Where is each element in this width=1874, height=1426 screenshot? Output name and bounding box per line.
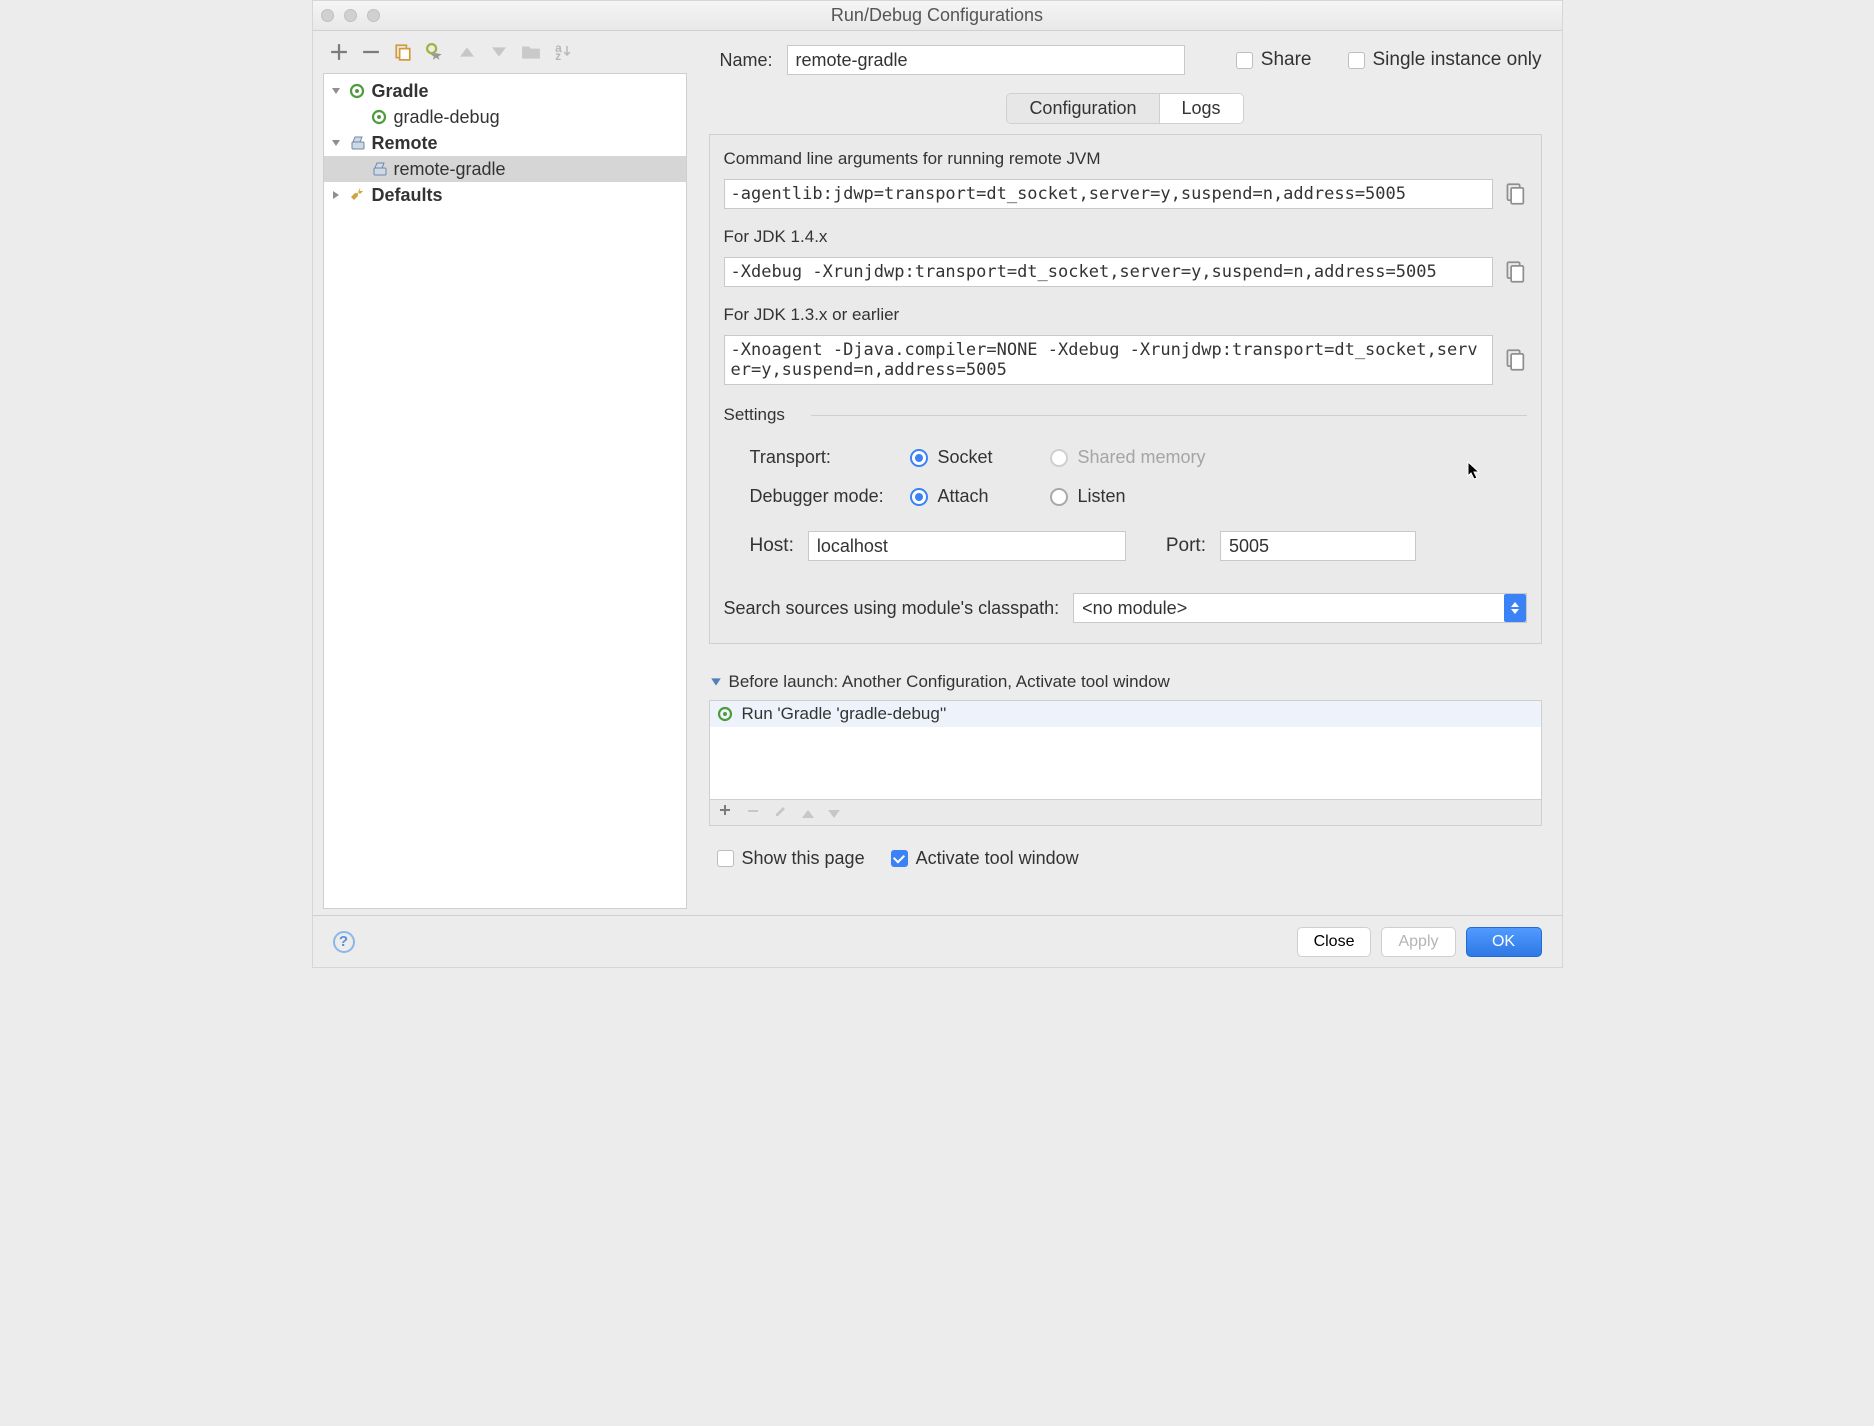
copy-config-icon[interactable] [393, 42, 413, 62]
gradle-icon [716, 706, 734, 722]
name-input[interactable] [787, 45, 1185, 75]
cmd-line-label-3: For JDK 1.3.x or earlier [724, 305, 1527, 325]
copy-icon[interactable] [1505, 183, 1527, 205]
add-icon[interactable] [329, 42, 349, 62]
tab-logs[interactable]: Logs [1160, 94, 1243, 123]
tree-node-label: remote-gradle [394, 159, 506, 180]
tree-node-remote-gradle[interactable]: remote-gradle [324, 156, 686, 182]
port-label: Port: [1166, 535, 1206, 557]
add-icon[interactable] [718, 802, 732, 824]
cmd-line-value-1[interactable]: -agentlib:jdwp=transport=dt_socket,serve… [724, 179, 1493, 209]
apply-button[interactable]: Apply [1381, 927, 1455, 957]
checkbox-icon[interactable] [1348, 52, 1365, 69]
radio-icon[interactable] [910, 449, 928, 467]
radio-icon[interactable] [1050, 488, 1068, 506]
disclose-icon[interactable] [330, 138, 342, 148]
before-launch-title: Before launch: Another Configuration, Ac… [729, 672, 1170, 692]
tree-node-defaults[interactable]: Defaults [324, 182, 686, 208]
main-panel: Name: Share Single instance only Configu… [693, 31, 1562, 915]
tree-node-gradle-debug[interactable]: gradle-debug [324, 104, 686, 130]
gradle-icon [348, 83, 366, 99]
copy-icon[interactable] [1505, 349, 1527, 371]
cmd-line-value-3[interactable]: -Xnoagent -Djava.compiler=NONE -Xdebug -… [724, 335, 1493, 385]
footer: ? Close Apply OK [313, 915, 1562, 967]
radio-icon[interactable] [910, 488, 928, 506]
config-tabs: Configuration Logs [1006, 93, 1243, 124]
sort-alpha-icon[interactable]: az [553, 42, 573, 62]
tab-configuration[interactable]: Configuration [1007, 94, 1159, 123]
titlebar: Run/Debug Configurations [313, 1, 1562, 31]
wrench-icon [348, 187, 366, 203]
remote-icon [370, 161, 388, 177]
tree-node-label: gradle-debug [394, 107, 500, 128]
radio-icon [1050, 449, 1068, 467]
before-launch-toolbar [709, 800, 1542, 826]
copy-icon[interactable] [1505, 261, 1527, 283]
save-template-icon[interactable] [425, 42, 445, 62]
show-this-page-checkbox[interactable]: Show this page [717, 848, 865, 869]
window-title: Run/Debug Configurations [313, 5, 1562, 26]
name-label: Name: [709, 50, 773, 71]
settings-heading: Settings [724, 405, 785, 425]
close-button[interactable]: Close [1297, 927, 1372, 957]
transport-socket-radio[interactable]: Socket [910, 447, 1050, 468]
before-launch-list[interactable]: Run 'Gradle 'gradle-debug'' [709, 700, 1542, 800]
move-down-icon[interactable] [828, 802, 840, 824]
single-instance-label: Single instance only [1373, 49, 1542, 71]
help-button[interactable]: ? [333, 931, 355, 953]
ok-button[interactable]: OK [1466, 927, 1542, 957]
move-down-icon[interactable] [489, 42, 509, 62]
host-label: Host: [750, 535, 794, 557]
cmd-line-label-1: Command line arguments for running remot… [724, 149, 1527, 169]
tree-node-gradle[interactable]: Gradle [324, 78, 686, 104]
disclose-icon[interactable] [330, 86, 342, 96]
host-input[interactable] [808, 531, 1126, 561]
share-label: Share [1261, 49, 1312, 71]
debugger-attach-radio[interactable]: Attach [910, 486, 1050, 507]
remove-icon[interactable] [746, 802, 760, 824]
single-instance-checkbox[interactable]: Single instance only [1348, 49, 1542, 71]
folder-icon[interactable] [521, 42, 541, 62]
move-up-icon[interactable] [457, 42, 477, 62]
before-launch-section: Before launch: Another Configuration, Ac… [709, 672, 1542, 826]
search-sources-select[interactable]: <no module> [1073, 593, 1526, 623]
before-launch-item[interactable]: Run 'Gradle 'gradle-debug'' [710, 701, 1541, 727]
cmd-line-value-2[interactable]: -Xdebug -Xrunjdwp:transport=dt_socket,se… [724, 257, 1493, 287]
tree-node-label: Remote [372, 133, 438, 154]
config-tree[interactable]: Gradle gradle-debug [323, 73, 687, 909]
cmd-line-label-2: For JDK 1.4.x [724, 227, 1527, 247]
tree-node-remote[interactable]: Remote [324, 130, 686, 156]
share-checkbox[interactable]: Share [1236, 49, 1312, 71]
search-sources-value[interactable]: <no module> [1073, 593, 1526, 623]
disclose-icon[interactable] [709, 676, 723, 688]
remote-icon [348, 135, 366, 151]
activate-tool-checkbox[interactable]: Activate tool window [891, 848, 1079, 869]
checkbox-icon[interactable] [1236, 52, 1253, 69]
move-up-icon[interactable] [802, 802, 814, 824]
before-launch-item-label: Run 'Gradle 'gradle-debug'' [742, 704, 947, 724]
transport-shared-radio: Shared memory [1050, 447, 1220, 468]
run-debug-window: Run/Debug Configurations [312, 0, 1563, 968]
remove-icon[interactable] [361, 42, 381, 62]
disclose-icon[interactable] [330, 190, 342, 200]
sidebar-toolbar: az [323, 37, 687, 67]
debugger-listen-radio[interactable]: Listen [1050, 486, 1220, 507]
tree-node-label: Defaults [372, 185, 443, 206]
transport-label: Transport: [750, 447, 910, 468]
debugger-mode-label: Debugger mode: [750, 486, 910, 507]
checkbox-icon[interactable] [717, 850, 734, 867]
configuration-panel: Command line arguments for running remot… [709, 134, 1542, 644]
port-input[interactable] [1220, 531, 1416, 561]
sidebar: az Gradle [313, 31, 693, 915]
tree-node-label: Gradle [372, 81, 429, 102]
edit-icon[interactable] [774, 802, 788, 824]
search-sources-label: Search sources using module's classpath: [724, 598, 1060, 619]
checkbox-icon[interactable] [891, 850, 908, 867]
dropdown-stepper-icon[interactable] [1504, 594, 1526, 622]
gradle-icon [370, 109, 388, 125]
